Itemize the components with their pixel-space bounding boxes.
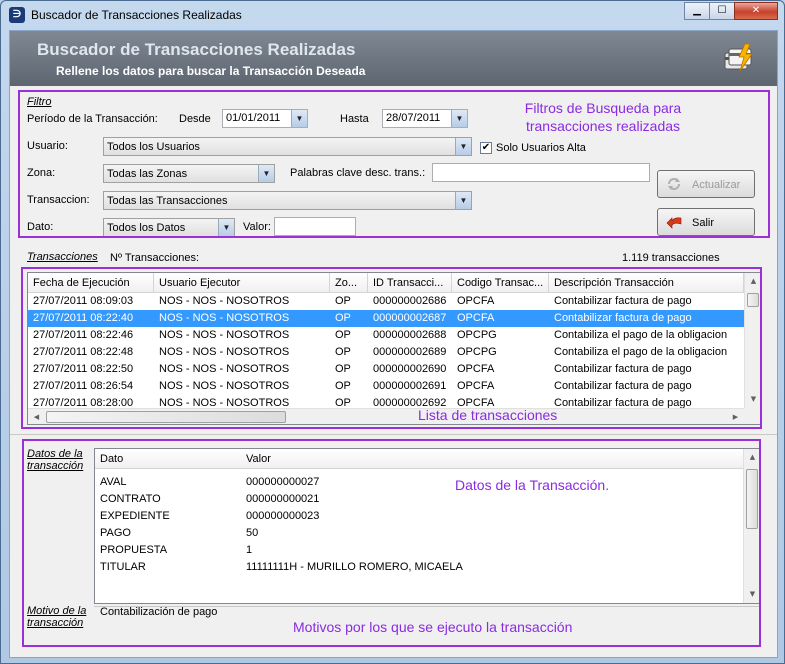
section-divider [10, 434, 777, 435]
reasons-annotation-text: Motivos por los que se ejecuto la transa… [293, 619, 573, 635]
list-annotation-text: Lista de transacciones [418, 407, 558, 423]
list-annotation-box [21, 267, 762, 429]
window-title: Buscador de Transacciones Realizadas [31, 8, 242, 22]
transactions-count-label: Nº Transacciones: [110, 252, 199, 264]
title-bar[interactable]: ∋ Buscador de Transacciones Realizadas ▁… [1, 1, 784, 29]
close-button[interactable]: ✕ [734, 2, 778, 20]
app-logo-icon: ∋ [9, 7, 25, 23]
data-annotation-text: Datos de la Transacción. [455, 477, 610, 493]
card-lightning-icon [724, 43, 753, 72]
window-controls: ▁ ☐ ✕ [684, 2, 778, 20]
minimize-button[interactable]: ▁ [684, 2, 710, 20]
content-area: Filtro Período de la Transacción: Desde … [10, 86, 777, 657]
header-subtitle: Rellene los datos para buscar la Transac… [56, 64, 366, 78]
transactions-count-value: 1.119 transacciones [622, 252, 720, 264]
transactions-legend: Transacciones [27, 251, 98, 263]
data-details-annotation-box [22, 439, 761, 647]
header-title: Buscador de Transacciones Realizadas [37, 40, 356, 59]
header-banner: Buscador de Transacciones Realizadas Rel… [10, 31, 777, 86]
filters-annotation-line2: transacciones realizadas [525, 118, 681, 134]
maximize-button[interactable]: ☐ [709, 2, 735, 20]
client-area: Buscador de Transacciones Realizadas Rel… [9, 30, 778, 658]
main-window: ∋ Buscador de Transacciones Realizadas ▁… [0, 0, 785, 664]
filters-annotation-line1: Filtros de Busqueda para [524, 100, 682, 116]
